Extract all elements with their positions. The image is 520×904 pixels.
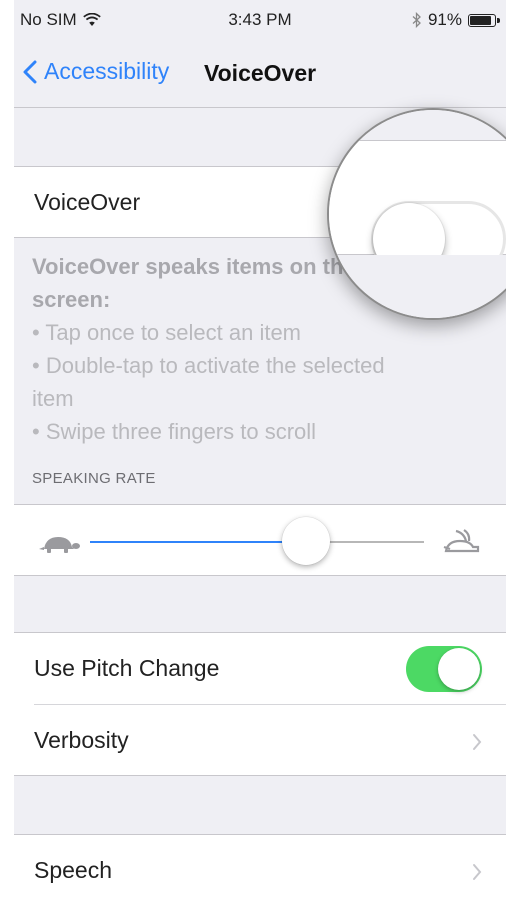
verbosity-label: Verbosity — [34, 727, 129, 753]
status-bar: No SIM 3:43 PM 91% — [14, 0, 506, 40]
description-item: item — [32, 386, 74, 411]
speaking-rate-slider-row — [14, 504, 506, 576]
speaking-rate-header: SPEAKING RATE — [32, 470, 156, 487]
bluetooth-icon — [412, 12, 421, 28]
battery-percent: 91% — [427, 10, 462, 29]
voiceover-settings-screen: No SIM 3:43 PM 91% Accessibility VoiceOv… — [14, 0, 506, 904]
battery-icon — [468, 13, 500, 27]
verbosity-row[interactable]: Verbosity — [14, 705, 506, 777]
magnified-cell — [329, 140, 506, 277]
slider-track-filled — [90, 541, 308, 543]
voiceover-label: VoiceOver — [34, 189, 141, 215]
description-item: • Tap once to select an item — [32, 320, 302, 345]
chevron-left-icon — [23, 60, 37, 83]
pitch-change-label: Use Pitch Change — [34, 655, 220, 681]
magnified-background — [329, 110, 506, 140]
turtle-icon — [39, 537, 80, 553]
pitch-change-row: Use Pitch Change — [14, 633, 506, 705]
magnifier-loupe — [327, 108, 506, 320]
page-title: VoiceOver — [204, 60, 317, 86]
hare-icon — [443, 529, 480, 553]
navigation-bar: Accessibility VoiceOver — [14, 40, 506, 108]
back-button-label: Accessibility — [44, 58, 170, 84]
chevron-right-icon — [473, 734, 482, 750]
description-item: • Swipe three fingers to scroll — [32, 419, 317, 444]
status-right-group: 91% — [412, 10, 500, 30]
speaking-rate-slider-thumb[interactable] — [282, 517, 330, 565]
pitch-verbosity-group: Use Pitch Change Verbosity — [14, 632, 506, 776]
chevron-right-icon — [473, 864, 482, 880]
back-button[interactable]: Accessibility — [22, 58, 169, 85]
speech-label: Speech — [34, 857, 113, 883]
switch-knob — [438, 648, 480, 690]
speech-row[interactable]: Speech — [14, 834, 506, 904]
pitch-change-switch[interactable] — [406, 646, 482, 692]
description-item: • Double-tap to activate the selected — [32, 353, 385, 378]
magnified-background — [329, 255, 506, 318]
